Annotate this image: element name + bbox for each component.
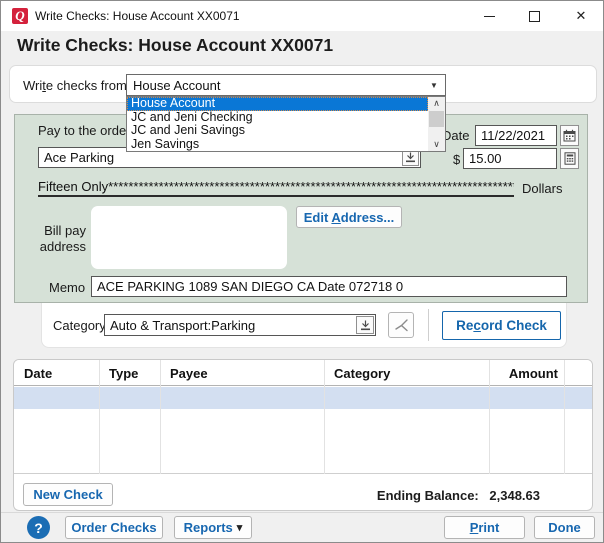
category-combobox[interactable] bbox=[104, 314, 376, 336]
calculator-icon bbox=[564, 152, 576, 165]
column-divider bbox=[324, 360, 325, 474]
split-transaction-button[interactable] bbox=[388, 312, 414, 338]
category-label: Category bbox=[53, 318, 106, 333]
ending-balance-value: 2,348.63 bbox=[489, 488, 540, 503]
table-row[interactable] bbox=[14, 409, 592, 474]
column-divider bbox=[564, 360, 565, 474]
column-header-amount[interactable]: Amount bbox=[394, 360, 558, 386]
column-divider bbox=[160, 360, 161, 474]
calendar-icon bbox=[563, 129, 576, 142]
category-divider bbox=[428, 309, 429, 341]
split-icon bbox=[393, 317, 409, 333]
maximize-icon bbox=[529, 11, 540, 22]
calendar-button[interactable] bbox=[560, 125, 579, 146]
amount-in-words: Fifteen Only****************************… bbox=[38, 179, 514, 197]
write-checks-from-label: Write checks from: bbox=[23, 78, 130, 93]
bill-pay-address-textarea[interactable] bbox=[91, 206, 287, 269]
column-divider bbox=[99, 360, 100, 474]
help-button[interactable]: ? bbox=[27, 516, 50, 539]
window-title: Write Checks: House Account XX0071 bbox=[35, 9, 240, 23]
bill-pay-address-label: Bill payaddress bbox=[26, 223, 86, 255]
memo-input[interactable] bbox=[92, 279, 566, 294]
category-input[interactable] bbox=[105, 318, 356, 333]
ending-balance: Ending Balance: 2,348.63 bbox=[314, 488, 540, 503]
column-header-type[interactable]: Type bbox=[109, 360, 138, 386]
dropdown-option-jen-savings[interactable]: Jen Savings bbox=[127, 138, 428, 152]
dropdown-scrollbar[interactable]: ∧ ∨ bbox=[428, 97, 445, 151]
dropdown-arrow-icon: ▾ bbox=[237, 521, 243, 534]
amount-symbol: $ bbox=[453, 152, 460, 167]
scroll-down-icon[interactable]: ∨ bbox=[428, 138, 445, 151]
open-list-icon bbox=[405, 152, 416, 163]
table-row-selected[interactable] bbox=[14, 387, 592, 409]
account-dropdown-list: House Account JC and Jeni Checking JC an… bbox=[126, 96, 446, 152]
maximize-button[interactable] bbox=[520, 1, 548, 31]
amount-field[interactable] bbox=[463, 148, 557, 169]
memo-field[interactable] bbox=[91, 276, 567, 297]
scroll-up-icon[interactable]: ∧ bbox=[428, 97, 445, 110]
write-checks-window: Q Write Checks: House Account XX0071 ✕ W… bbox=[0, 0, 604, 543]
minimize-icon bbox=[484, 16, 495, 17]
account-combobox[interactable]: House Account ▼ bbox=[126, 74, 446, 96]
scrollbar-thumb[interactable] bbox=[429, 111, 444, 127]
done-button[interactable]: Done bbox=[534, 516, 595, 539]
amount-input[interactable] bbox=[464, 151, 556, 166]
open-list-icon bbox=[360, 320, 371, 331]
category-list-button[interactable] bbox=[356, 316, 374, 334]
ending-balance-label: Ending Balance: bbox=[377, 488, 479, 503]
payee-input[interactable] bbox=[39, 150, 402, 165]
column-header-date[interactable]: Date bbox=[24, 360, 52, 386]
order-checks-button[interactable]: Order Checks bbox=[65, 516, 163, 539]
reports-button[interactable]: Reports ▾ bbox=[174, 516, 252, 539]
new-check-button[interactable]: New Check bbox=[23, 483, 113, 506]
column-header-category[interactable]: Category bbox=[334, 360, 390, 386]
titlebar: Q Write Checks: House Account XX0071 ✕ bbox=[1, 1, 603, 31]
dollars-label: Dollars bbox=[522, 181, 562, 196]
dropdown-option-jc-and-jeni-checking[interactable]: JC and Jeni Checking bbox=[127, 111, 428, 125]
bottom-divider bbox=[1, 512, 603, 513]
page-title: Write Checks: House Account XX0071 bbox=[17, 35, 333, 56]
print-button[interactable]: Print bbox=[444, 516, 525, 539]
date-label: Date bbox=[442, 128, 469, 143]
date-field[interactable] bbox=[475, 125, 557, 146]
column-header-payee[interactable]: Payee bbox=[170, 360, 208, 386]
minimize-button[interactable] bbox=[475, 1, 503, 31]
account-combobox-value: House Account bbox=[127, 78, 423, 93]
memo-label: Memo bbox=[49, 280, 85, 295]
column-divider bbox=[489, 360, 490, 474]
calculator-button[interactable] bbox=[560, 148, 579, 169]
dropdown-option-house-account[interactable]: House Account bbox=[127, 97, 428, 111]
date-input[interactable] bbox=[476, 128, 556, 143]
edit-address-button[interactable]: Edit Address... bbox=[296, 206, 402, 228]
chevron-down-icon: ▼ bbox=[423, 81, 445, 90]
close-button[interactable]: ✕ bbox=[567, 1, 595, 31]
dropdown-option-jc-and-jeni-savings[interactable]: JC and Jeni Savings bbox=[127, 124, 428, 138]
quicken-logo-icon: Q bbox=[12, 8, 28, 24]
record-check-button[interactable]: Record Check bbox=[442, 311, 561, 340]
checks-table-panel: Date Type Payee Category Amount New Chec… bbox=[13, 359, 593, 511]
